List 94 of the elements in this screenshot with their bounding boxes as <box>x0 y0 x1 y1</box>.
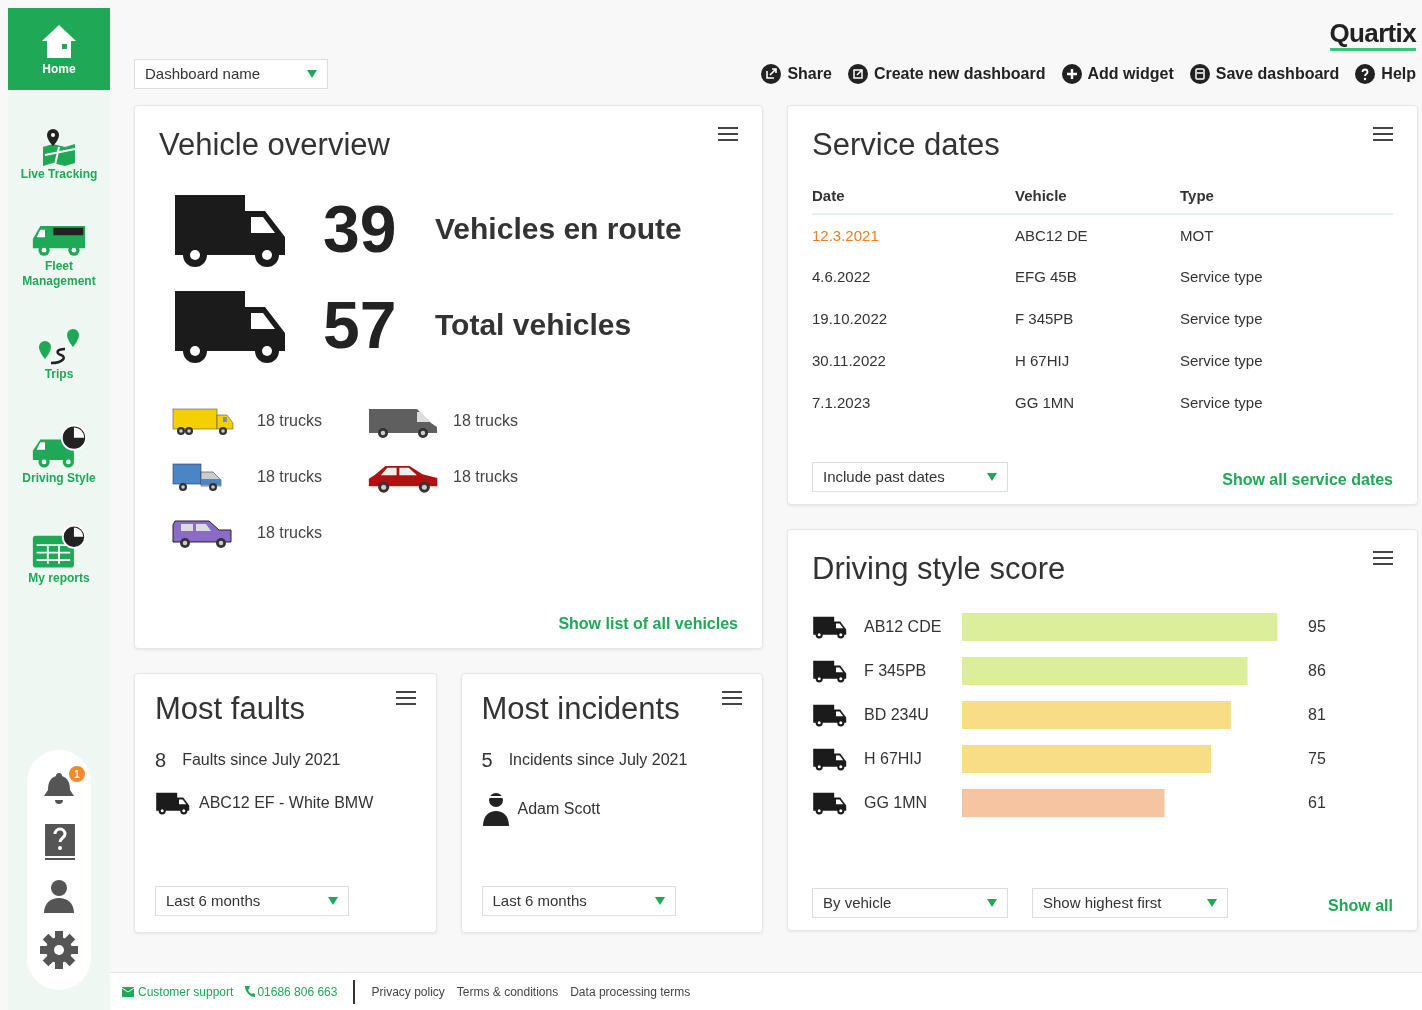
menu-icon[interactable] <box>1373 126 1393 142</box>
vehicle-count: 18 trucks <box>257 410 322 431</box>
column-header: Vehicle <box>1015 184 1180 215</box>
van-icon <box>812 790 848 815</box>
summary-text: Incidents since July 2021 <box>508 749 688 770</box>
person-icon <box>481 790 510 827</box>
card-title: Vehicle overview <box>159 126 390 164</box>
menu-icon[interactable] <box>722 690 742 706</box>
menu-icon[interactable] <box>718 126 738 142</box>
dashboard-select[interactable]: Dashboard name <box>134 59 328 89</box>
score-value: 75 <box>1308 748 1326 769</box>
phone-icon <box>245 985 256 998</box>
person-name: Adam Scott <box>517 798 601 819</box>
caret-icon <box>328 897 338 905</box>
table-cell: EFG 45B <box>1015 256 1180 299</box>
table-cell: GG 1MN <box>1015 382 1180 425</box>
edit-icon <box>847 64 868 84</box>
help-icon <box>1355 64 1376 84</box>
card-title: Service dates <box>812 126 1000 164</box>
stat-value: 39 <box>323 195 398 262</box>
plus-icon <box>1061 64 1082 84</box>
date-cell-text: 30.11.2022 <box>812 351 887 371</box>
vehicle-name: F 345PB <box>864 660 928 681</box>
toolbar-button[interactable]: Add widget <box>1061 62 1174 86</box>
stat-label: Total vehicles <box>435 307 632 344</box>
vehicle-count: 18 trucks <box>257 522 322 543</box>
table-cell: ABC12 DE <box>1015 214 1180 257</box>
table-cell-text: Service type <box>1180 351 1264 371</box>
stat-value: 57 <box>323 291 398 358</box>
score-value: 95 <box>1308 616 1326 637</box>
phone-number: 01686 806 663 <box>257 983 338 1001</box>
vehicle-count: 18 trucks <box>453 466 518 487</box>
table-cell-text: Service type <box>1180 309 1264 329</box>
van-icon <box>155 790 191 815</box>
logo: Quartix <box>1329 20 1416 51</box>
vehicle-count: 18 trucks <box>453 410 518 431</box>
score-value: 86 <box>1308 660 1326 681</box>
caret-icon <box>1207 899 1217 907</box>
date-cell-text: 4.6.2022 <box>812 267 872 287</box>
column-header: Type <box>1180 184 1393 215</box>
caret-icon <box>307 70 317 78</box>
footer-link[interactable]: Data processing terms <box>570 982 691 1001</box>
date-cell: 12.3.2021 <box>812 214 1015 257</box>
toolbar-button[interactable]: Help <box>1355 62 1416 86</box>
caret-icon <box>987 473 997 481</box>
caret-icon <box>654 897 665 905</box>
vehicle-name: H 67HIJ <box>864 748 923 769</box>
score-value: 81 <box>1308 704 1326 725</box>
column-header: Date <box>812 184 1015 215</box>
date-cell-text: 19.10.2022 <box>812 309 889 329</box>
bell-icon[interactable] <box>41 770 77 806</box>
van-icon <box>812 614 848 639</box>
footer-link[interactable]: Terms & conditions <box>456 982 559 1001</box>
table-cell-text: Service type <box>1180 393 1264 413</box>
notification-badge: 1 <box>69 766 85 782</box>
card-title: Driving style score <box>812 550 1066 588</box>
card-title: Most incidents <box>481 690 680 728</box>
count: 5 <box>481 747 493 773</box>
date-cell: 7.1.2023 <box>812 382 1015 425</box>
past-dates-select[interactable]: Include past dates <box>812 462 1008 492</box>
van-icon <box>812 658 848 683</box>
table-cell-text: Service type <box>1180 267 1264 287</box>
van-icon <box>812 746 848 771</box>
menu-icon[interactable] <box>1373 550 1393 566</box>
group-select[interactable]: By vehicle <box>812 888 1008 918</box>
count: 8 <box>155 747 167 773</box>
user-icon[interactable] <box>41 878 77 914</box>
sort-select[interactable]: Show highest first <box>1032 888 1228 918</box>
card-title: Most faults <box>155 690 305 728</box>
vehicle-name: GG 1MN <box>864 792 929 813</box>
vehicle-name: AB12 CDE <box>864 616 943 637</box>
footer-link[interactable]: Privacy policy <box>371 982 445 1001</box>
toolbar-button[interactable]: Save dashboard <box>1189 62 1340 86</box>
save-icon <box>1189 64 1210 84</box>
menu-icon[interactable] <box>395 690 416 706</box>
share-icon <box>761 64 782 84</box>
summary-text: Faults since July 2021 <box>182 749 341 770</box>
settings-icon[interactable] <box>39 930 79 970</box>
vehicle-name: ABC12 EF - White BMW <box>199 792 374 813</box>
report-chart-icon <box>31 522 87 571</box>
mail-icon <box>122 986 134 997</box>
period-select[interactable]: Last 6 months <box>481 886 676 916</box>
period-select[interactable]: Last 6 months <box>155 886 349 916</box>
vehicle-count: 18 trucks <box>257 466 322 487</box>
table-cell: F 345PB <box>1015 298 1180 341</box>
score-value: 61 <box>1308 792 1326 813</box>
stat-label: Vehicles en route <box>435 211 682 248</box>
toolbar-button[interactable]: Share <box>761 62 832 86</box>
caret-icon <box>987 899 997 907</box>
vehicle-name: BD 234U <box>864 704 930 725</box>
toolbar-button[interactable]: Create new dashboard <box>847 62 1046 86</box>
van-icon <box>812 702 848 727</box>
table-cell: H 67HIJ <box>1015 340 1180 383</box>
table-cell: MOT <box>1180 214 1393 257</box>
